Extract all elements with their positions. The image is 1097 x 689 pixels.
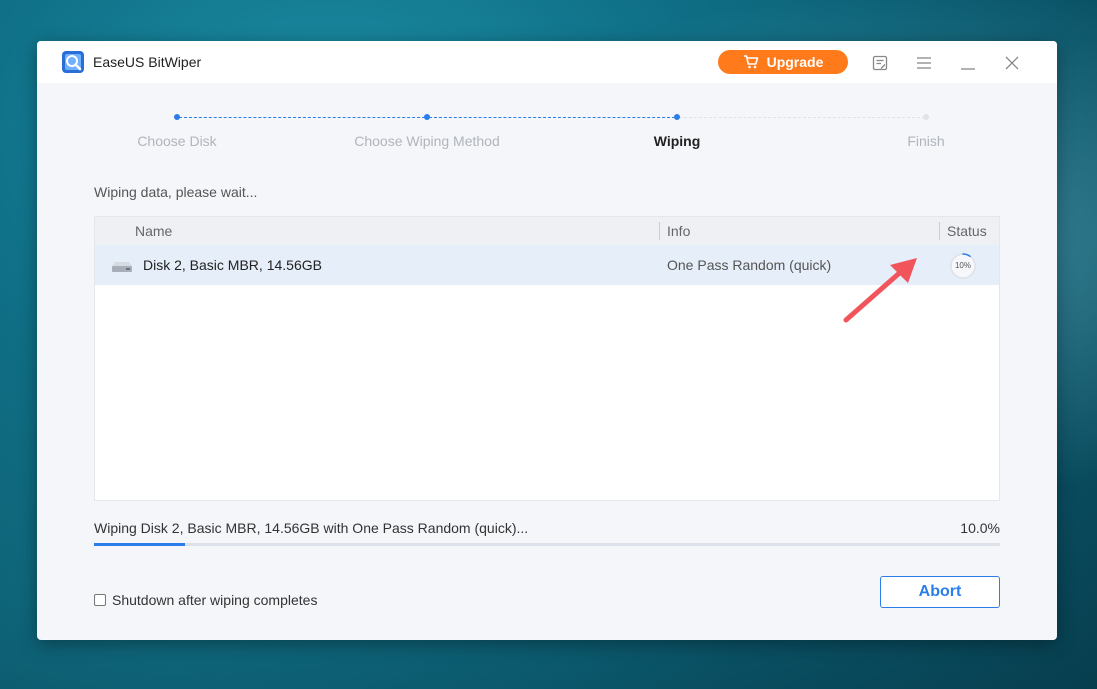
shutdown-option[interactable]: Shutdown after wiping completes xyxy=(94,592,317,608)
step-dot-choose-method xyxy=(424,114,430,120)
upgrade-button[interactable]: Upgrade xyxy=(718,50,848,74)
menu-icon[interactable] xyxy=(915,54,933,72)
status-percent: 10% xyxy=(954,261,971,270)
step-label-finish: Finish xyxy=(907,133,945,149)
step-connector xyxy=(179,117,425,118)
annotation-arrow xyxy=(843,258,917,323)
step-label-choose-method: Choose Wiping Method xyxy=(354,133,500,149)
table-header: Name Info Status xyxy=(95,217,999,245)
column-divider[interactable] xyxy=(659,222,660,240)
disk-name: Disk 2, Basic MBR, 14.56GB xyxy=(143,257,322,273)
step-label-wiping: Wiping xyxy=(653,133,701,149)
upgrade-label: Upgrade xyxy=(766,54,824,70)
step-connector xyxy=(429,117,675,118)
close-icon[interactable] xyxy=(1003,54,1021,72)
step-label-choose-disk: Choose Disk xyxy=(137,133,217,149)
step-dot-choose-disk xyxy=(174,114,180,120)
column-divider[interactable] xyxy=(939,222,940,240)
minimize-icon[interactable] xyxy=(959,54,977,72)
step-dot-finish xyxy=(923,114,929,120)
feedback-icon[interactable] xyxy=(871,54,889,72)
progress-description: Wiping Disk 2, Basic MBR, 14.56GB with O… xyxy=(94,520,529,536)
disk-drive-icon xyxy=(112,262,132,272)
column-header-info: Info xyxy=(667,223,691,239)
progress-bar xyxy=(94,543,1000,546)
abort-button[interactable]: Abort xyxy=(880,576,1000,608)
app-logo-icon xyxy=(61,50,85,74)
status-message: Wiping data, please wait... xyxy=(94,184,258,200)
shutdown-checkbox[interactable] xyxy=(94,594,106,606)
column-header-status: Status xyxy=(947,223,987,239)
progress-percent: 10.0% xyxy=(960,520,1000,536)
column-header-name: Name xyxy=(135,223,173,239)
cart-icon xyxy=(743,55,758,69)
step-dot-wiping xyxy=(674,114,680,120)
shutdown-label: Shutdown after wiping completes xyxy=(112,592,318,608)
app-title: EaseUS BitWiper xyxy=(93,54,202,70)
app-window: EaseUS BitWiper Upgrade Choose Disk Choo… xyxy=(37,41,1057,640)
wipe-method: One Pass Random (quick) xyxy=(667,257,832,273)
step-connector xyxy=(679,117,925,118)
progress-bar-fill xyxy=(94,543,185,546)
title-bar: EaseUS BitWiper Upgrade xyxy=(37,41,1057,83)
